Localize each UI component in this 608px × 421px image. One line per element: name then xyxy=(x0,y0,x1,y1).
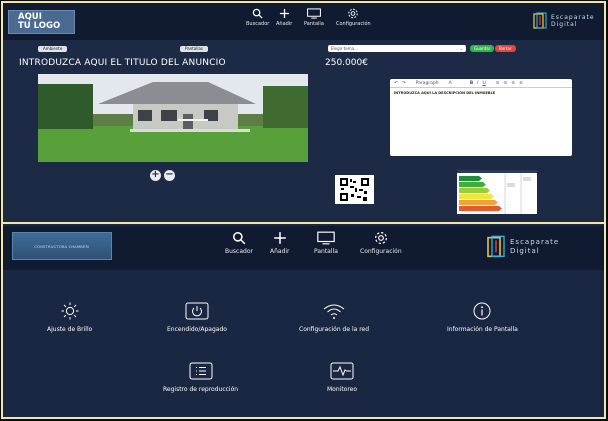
delete-button[interactable]: Borrar xyxy=(495,45,516,52)
monitor-icon xyxy=(307,8,321,19)
theme-select-text: Elegir tema... xyxy=(331,46,358,51)
remove-photo-button[interactable]: − xyxy=(164,170,175,181)
nav-label: Pantalla xyxy=(314,248,338,255)
nav-label: Configuración xyxy=(336,21,371,27)
setting-playback-log[interactable]: Registro de reproducción xyxy=(163,362,238,393)
nav-search-2[interactable]: Buscador xyxy=(225,231,253,255)
nav-label: Buscador xyxy=(225,248,253,255)
info-icon xyxy=(473,302,491,320)
brand-cube-icon xyxy=(533,12,547,29)
wifi-icon xyxy=(323,304,345,319)
format-select[interactable]: Paragraph xyxy=(416,81,439,86)
app-window: AQUI TU LOGO Buscador Añadir Pantalla Co… xyxy=(1,1,606,419)
add-photo-button[interactable]: + xyxy=(150,170,161,181)
nav-screen-2[interactable]: Pantalla xyxy=(314,231,338,255)
nav-screen[interactable]: Pantalla xyxy=(304,8,324,27)
setting-network[interactable]: Configuración de la red xyxy=(299,302,369,333)
log-icon xyxy=(189,362,213,380)
chip-ambiente[interactable]: Ambiente xyxy=(38,46,68,52)
nav-add[interactable]: Añadir xyxy=(276,8,292,27)
brand-line2: Digital xyxy=(551,21,578,28)
brightness-icon xyxy=(61,302,79,320)
nav-label: Configuración xyxy=(360,248,402,255)
underline-icon[interactable]: U xyxy=(482,81,485,86)
search-icon xyxy=(252,8,263,19)
power-icon xyxy=(185,302,209,320)
brand-cube-icon xyxy=(487,235,505,258)
company-logo-text: CONSTRUCTORA CHAMBERI xyxy=(34,245,90,249)
monitoring-icon xyxy=(330,362,354,380)
align-center-icon[interactable]: ≡ xyxy=(504,81,508,86)
brand-line1: Escaparate xyxy=(510,238,560,246)
bold-icon[interactable]: B xyxy=(470,81,473,86)
editor-toolbar: ↶ ↷ Paragraph A B I U ≡ ≡ ≡ ≡ xyxy=(390,79,572,88)
nav-label: Añadir xyxy=(270,248,290,255)
nav-settings[interactable]: Configuración xyxy=(336,8,371,27)
plus-icon xyxy=(279,8,289,19)
property-photo xyxy=(38,74,308,162)
gear-icon xyxy=(374,232,387,244)
align-right-icon[interactable]: ≡ xyxy=(511,81,515,86)
ad-title[interactable]: INTRODUZCA AQUI EL TITULO DEL ANUNCIO xyxy=(19,58,226,68)
setting-brightness[interactable]: Ajuste de Brillo xyxy=(47,302,92,333)
setting-label: Encendido/Apagado xyxy=(167,326,227,333)
nav-label: Buscador xyxy=(246,21,270,27)
theme-select[interactable]: Elegir tema... ⌄ xyxy=(328,45,466,52)
undo-icon[interactable]: ↶ xyxy=(394,81,398,86)
ad-editor-panel: AQUI TU LOGO Buscador Añadir Pantalla Co… xyxy=(3,3,604,224)
nav-settings-2[interactable]: Configuración xyxy=(360,231,402,255)
nav-add-2[interactable]: Añadir xyxy=(270,231,290,255)
italic-icon[interactable]: I xyxy=(477,81,478,86)
setting-label: Información de Pantalla xyxy=(447,326,518,333)
list-icon[interactable]: ≡ xyxy=(519,81,523,86)
redo-icon[interactable]: ↷ xyxy=(402,81,406,86)
energy-certificate xyxy=(457,170,537,214)
plus-icon xyxy=(273,232,286,244)
font-color-icon[interactable]: A xyxy=(449,81,452,86)
brand-line1: Escaparate xyxy=(551,14,595,21)
qr-code xyxy=(335,175,374,204)
search-icon xyxy=(232,231,246,245)
setting-label: Ajuste de Brillo xyxy=(47,326,93,333)
chip-pantallas[interactable]: Pantallas xyxy=(180,46,208,52)
chevron-down-icon: ⌄ xyxy=(459,46,463,51)
logo-placeholder[interactable]: AQUI TU LOGO xyxy=(8,10,75,34)
setting-label: Monitoreo xyxy=(327,386,358,393)
setting-power[interactable]: Encendido/Apagado xyxy=(167,302,227,333)
setting-monitoring[interactable]: Monitoreo xyxy=(327,362,357,393)
nav-search[interactable]: Buscador xyxy=(246,8,269,27)
setting-label: Configuración de la red xyxy=(299,326,370,333)
ad-price[interactable]: 250.000€ xyxy=(325,58,368,68)
gear-icon xyxy=(348,8,359,19)
setting-screen-info[interactable]: Información de Pantalla xyxy=(447,302,518,333)
brand-logo-2: Escaparate Digital xyxy=(486,235,559,259)
editor-content[interactable]: INTRODUZCA AQUI LA DESCRIPCION DEL INMUE… xyxy=(390,88,572,98)
setting-label: Registro de reproducción xyxy=(163,386,239,393)
top-navbar: AQUI TU LOGO Buscador Añadir Pantalla Co… xyxy=(3,3,604,40)
description-editor[interactable]: ↶ ↷ Paragraph A B I U ≡ ≡ ≡ ≡ INTRODUZCA… xyxy=(390,79,572,156)
company-logo[interactable]: CONSTRUCTORA CHAMBERI xyxy=(12,232,112,260)
align-left-icon[interactable]: ≡ xyxy=(496,81,500,86)
monitor-icon xyxy=(317,231,335,245)
brand-logo: Escaparate Digital xyxy=(533,12,595,30)
nav-label: Pantalla xyxy=(304,21,324,27)
brand-line2: Digital xyxy=(510,247,540,255)
nav-label: Añadir xyxy=(276,21,293,27)
save-button[interactable]: Guardar xyxy=(470,45,495,52)
